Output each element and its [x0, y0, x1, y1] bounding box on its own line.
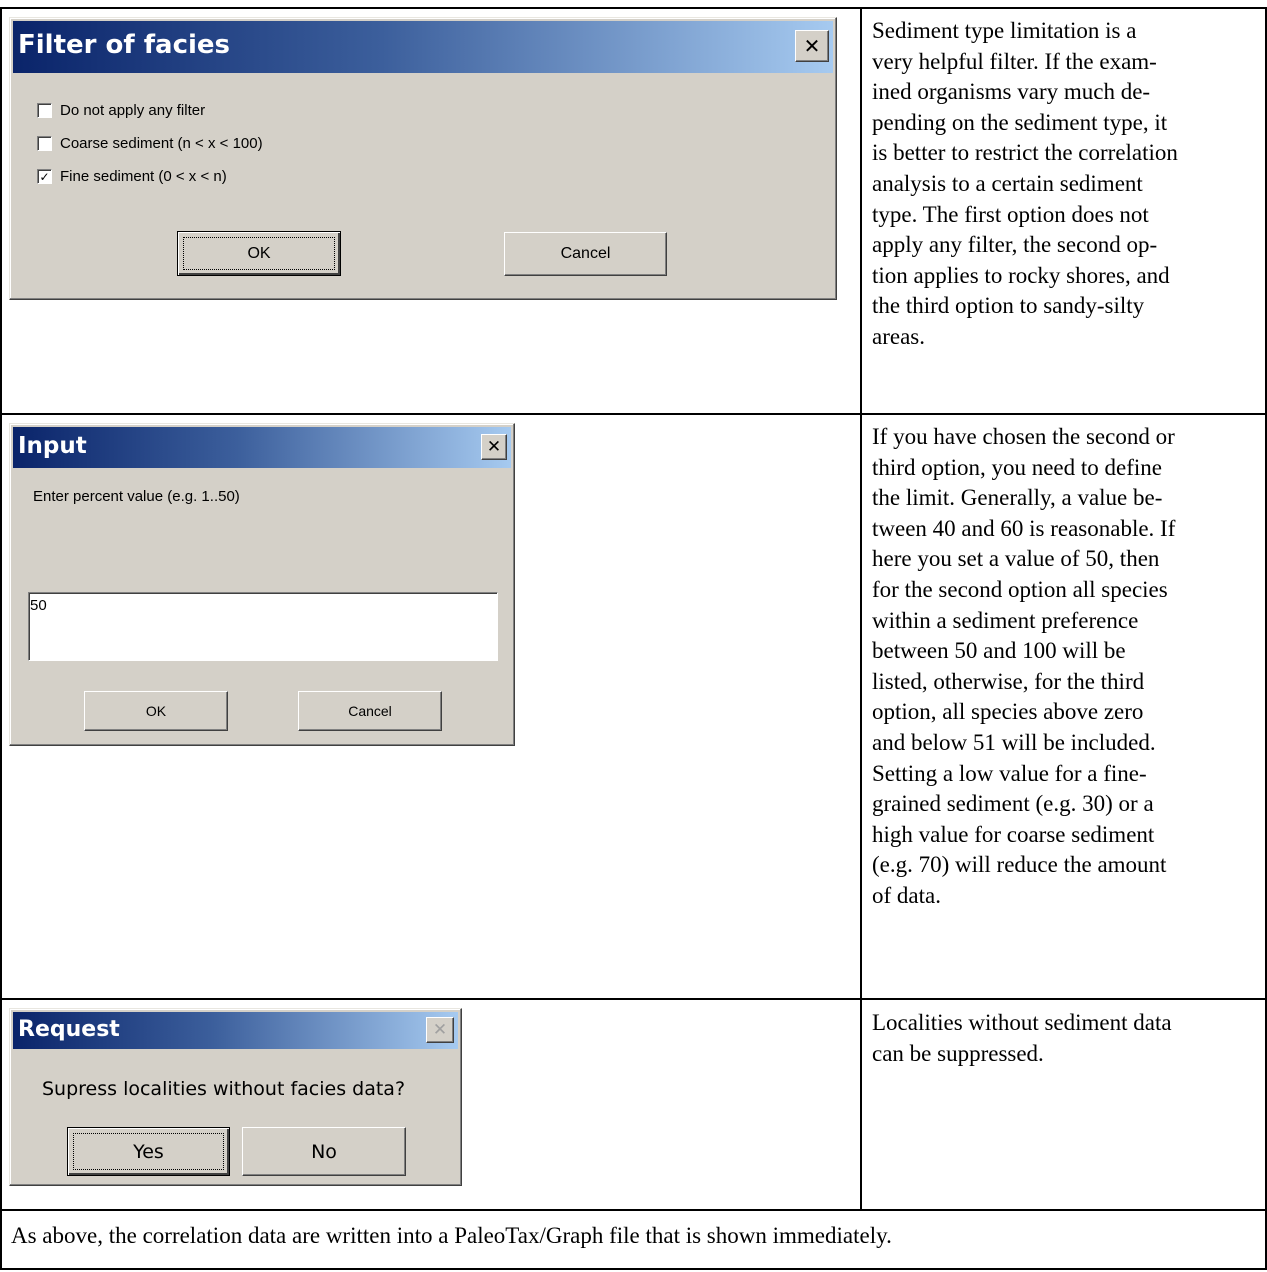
prompt-label: Enter percent value (e.g. 1..50)	[33, 488, 240, 505]
option-no-filter[interactable]: Do not apply any filter	[37, 102, 205, 119]
ok-button[interactable]: OK	[177, 231, 341, 276]
yes-button[interactable]: Yes	[67, 1127, 230, 1176]
close-icon: ✕	[432, 1020, 448, 1040]
dialog-title: Request	[18, 1017, 120, 1042]
ok-button[interactable]: OK	[84, 691, 228, 731]
focus-rectangle	[73, 1133, 224, 1170]
text-line: of data.	[872, 882, 941, 908]
focus-rectangle	[183, 237, 335, 270]
close-button[interactable]: ✕	[795, 30, 829, 62]
cancel-label: Cancel	[560, 245, 611, 262]
text-line: Setting a low value for a fine-	[872, 760, 1147, 786]
text-line: If you have chosen the second or	[872, 424, 1175, 449]
close-icon: ✕	[803, 34, 821, 58]
text-line: between 50 and 100 will be	[872, 638, 1126, 664]
text-line: and below 51 will be included.	[872, 729, 1156, 755]
question-label: Supress localities without facies data?	[42, 1078, 406, 1100]
text-line: third option, you need to define	[872, 454, 1162, 480]
filter-of-facies-dialog: Filter of facies ✕ Do not apply any filt…	[9, 17, 837, 300]
close-button[interactable]: ✕	[426, 1017, 454, 1043]
text-line: ined organisms vary much de-	[872, 79, 1151, 105]
text-line: apply any filter, the second op-	[872, 232, 1158, 258]
option-label: Coarse sediment (n < x < 100)	[60, 135, 263, 152]
table-row-divider	[0, 1209, 1267, 1211]
title-bar[interactable]: Request ✕	[13, 1012, 458, 1049]
no-label: No	[311, 1140, 337, 1163]
text-line: (e.g. 70) will reduce the amount	[872, 852, 1167, 878]
checkbox-no-filter[interactable]	[37, 103, 52, 118]
table-row-divider	[0, 413, 1267, 415]
footer-note: As above, the correlation data are writt…	[11, 1223, 892, 1248]
table-row-divider	[0, 998, 1267, 1000]
checkbox-fine-sediment[interactable]: ✓	[37, 169, 52, 184]
text-line: grained sediment (e.g. 30) or a	[872, 791, 1154, 817]
input-description: If you have chosen the second or third o…	[872, 422, 1175, 912]
text-line: Sediment type limitation is a	[872, 18, 1137, 43]
text-line: tion applies to rocky shores, and	[872, 262, 1170, 288]
cancel-button[interactable]: Cancel	[504, 232, 667, 276]
input-dialog: Input ✕ Enter percent value (e.g. 1..50)…	[9, 423, 515, 746]
option-fine-sediment[interactable]: ✓ Fine sediment (0 < x < n)	[37, 168, 227, 185]
text-line: analysis to a certain sediment	[872, 170, 1143, 196]
percent-value-input[interactable]: 50	[28, 592, 498, 661]
text-line: the third option to sandy-silty	[872, 293, 1145, 319]
text-line: type. The first option does not	[872, 201, 1149, 227]
option-label: Fine sediment (0 < x < n)	[60, 168, 227, 185]
facies-description: Sediment type limitation is a very helpf…	[872, 16, 1178, 353]
text-line: very helpful filter. If the exam-	[872, 48, 1157, 74]
table-border-top	[0, 7, 1267, 9]
no-button[interactable]: No	[242, 1127, 406, 1176]
text-line: pending on the sediment type, it	[872, 109, 1168, 135]
text-line: listed, otherwise, for the third	[872, 668, 1145, 694]
close-icon: ✕	[486, 437, 502, 457]
text-line: tween 40 and 60 is reasonable. If	[872, 515, 1176, 541]
ok-label: OK	[145, 703, 167, 719]
text-line: areas.	[872, 323, 925, 349]
request-description: Localities without sediment data can be …	[872, 1008, 1172, 1069]
title-bar[interactable]: Input ✕	[13, 427, 511, 468]
text-line: for the second option all species	[872, 576, 1168, 602]
option-coarse-sediment[interactable]: Coarse sediment (n < x < 100)	[37, 135, 263, 152]
table-border-bottom	[0, 1268, 1267, 1270]
cancel-button[interactable]: Cancel	[298, 691, 442, 731]
text-line: can be suppressed.	[872, 1040, 1044, 1066]
table-column-divider	[860, 7, 862, 1210]
cancel-label: Cancel	[348, 703, 392, 719]
option-label: Do not apply any filter	[60, 102, 206, 119]
text-line: high value for coarse sediment	[872, 821, 1155, 847]
dialog-title: Input	[18, 433, 87, 459]
close-button[interactable]: ✕	[481, 434, 507, 460]
text-line: within a sediment preference	[872, 607, 1139, 633]
title-bar[interactable]: Filter of facies ✕	[13, 21, 833, 73]
text-line: here you set a value of 50, then	[872, 546, 1160, 572]
text-line: option, all species above zero	[872, 699, 1144, 725]
checkbox-coarse-sediment[interactable]	[37, 136, 52, 151]
checkmark-icon: ✓	[39, 169, 50, 184]
table-border-left	[0, 7, 2, 1270]
text-line: is better to restrict the correlation	[872, 140, 1178, 166]
request-dialog: Request ✕ Supress localities without fac…	[9, 1008, 462, 1186]
dialog-title: Filter of facies	[18, 30, 231, 60]
text-line: Localities without sediment data	[872, 1010, 1172, 1035]
text-line: the limit. Generally, a value be-	[872, 485, 1163, 511]
